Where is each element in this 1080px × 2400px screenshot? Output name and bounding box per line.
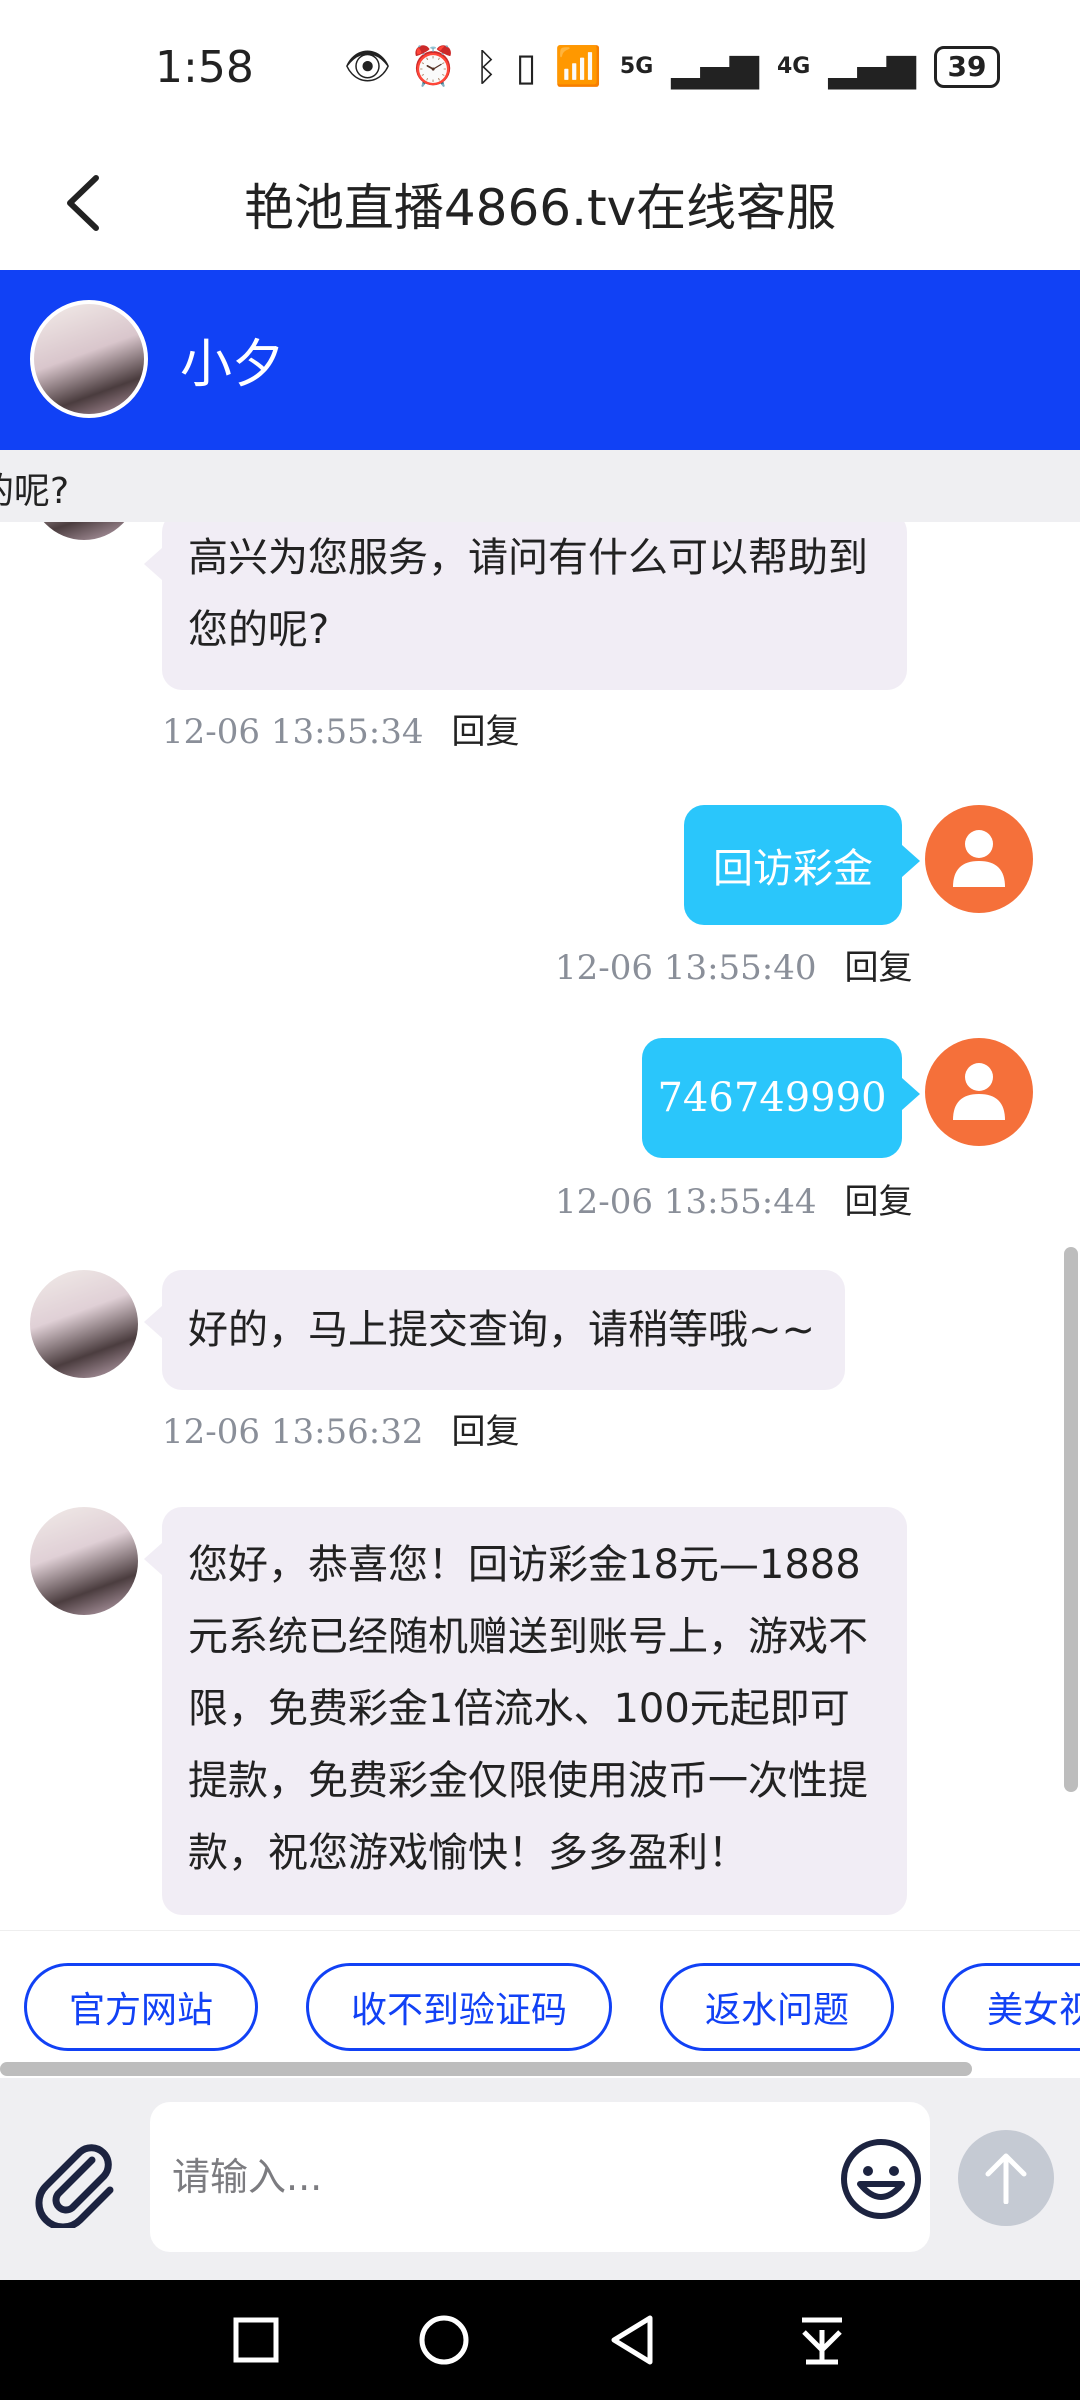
message-meta: 12-06 13:55:34 回复 bbox=[162, 704, 520, 753]
status-icons: 👁 ⏰ ᛒ ▯ 📶 5G ▂▄▆ 4G ▂▄▆ 39 bbox=[343, 44, 1000, 89]
alarm-icon: ⏰ bbox=[409, 44, 457, 88]
user-avatar bbox=[925, 1038, 1033, 1146]
quick-reply-label: 返水问题 bbox=[704, 1990, 849, 2031]
quick-reply-beauty[interactable]: 美女视 bbox=[942, 1963, 1080, 2051]
outgoing-message-bubble: 746749990 bbox=[642, 1038, 920, 1158]
message-meta: 12-06 13:55:40 回复 bbox=[555, 940, 913, 989]
message-meta: 12-06 13:56:32 回复 bbox=[162, 1404, 520, 1453]
input-area bbox=[0, 2078, 1080, 2280]
page-title: 艳池直播4866.tv在线客服 bbox=[243, 179, 837, 237]
bluetooth-icon: ᛒ bbox=[474, 44, 498, 89]
message-text: 您好，恭喜您！回访彩金18元—1888元系统已经随机赠送到账号上，游戏不限，免费… bbox=[188, 1542, 868, 1876]
message-text: 回访彩金 bbox=[713, 846, 873, 892]
user-icon bbox=[953, 1063, 1005, 1120]
back-nav-button[interactable] bbox=[604, 2310, 664, 2370]
reply-link[interactable]: 回复 bbox=[845, 948, 913, 988]
status-bar: 1:58 👁 ⏰ ᛒ ▯ 📶 5G ▂▄▆ 4G ▂▄▆ 39 bbox=[0, 0, 1080, 140]
quick-reply-rebate[interactable]: 返水问题 bbox=[660, 1963, 894, 2051]
system-nav-bar bbox=[0, 2280, 1080, 2400]
notice-text: 的呢? bbox=[0, 471, 70, 512]
home-button[interactable] bbox=[414, 2310, 474, 2370]
paperclip-icon bbox=[35, 2144, 114, 2231]
network-5g-label: 5G bbox=[619, 54, 654, 79]
agent-avatar bbox=[30, 300, 148, 418]
attach-button[interactable] bbox=[30, 2138, 120, 2231]
message-timestamp: 12-06 13:55:40 bbox=[555, 948, 817, 988]
emoji-button[interactable] bbox=[838, 2136, 924, 2222]
send-button[interactable] bbox=[958, 2130, 1054, 2226]
signal-icon: ▂▄▆ bbox=[671, 44, 759, 89]
vibrate-icon: ▯ bbox=[515, 44, 537, 89]
message-text: 高兴为您服务，请问有什么可以帮助到您的呢? bbox=[188, 535, 868, 653]
quick-reply-label: 收不到验证码 bbox=[350, 1990, 567, 2031]
user-avatar bbox=[925, 805, 1033, 913]
message-text: 746749990 bbox=[657, 1075, 887, 1121]
battery-indicator: 39 bbox=[934, 45, 1000, 88]
quick-reply-official-site[interactable]: 官方网站 bbox=[24, 1963, 258, 2051]
agent-avatar bbox=[30, 1270, 138, 1378]
quick-reply-label: 官方网站 bbox=[68, 1990, 213, 2031]
agent-name: 小夕 bbox=[180, 335, 285, 395]
wifi-icon: 📶 bbox=[554, 44, 602, 88]
quick-replies-bar: 官方网站 收不到验证码 返水问题 美女视 bbox=[0, 1930, 1080, 2061]
message-timestamp: 12-06 13:56:32 bbox=[162, 1412, 424, 1452]
status-time: 1:58 bbox=[155, 42, 254, 93]
agent-avatar bbox=[30, 522, 138, 540]
chat-scrollbar[interactable] bbox=[1064, 1247, 1078, 1792]
message-timestamp: 12-06 13:55:34 bbox=[162, 712, 424, 752]
reply-link[interactable]: 回复 bbox=[845, 1182, 913, 1222]
message-timestamp: 12-06 13:55:44 bbox=[555, 1182, 817, 1222]
arrow-up-icon bbox=[985, 2153, 1027, 2204]
chat-messages[interactable]: 高兴为您服务，请问有什么可以帮助到您的呢? 12-06 13:55:34 回复 回… bbox=[0, 522, 1080, 1930]
reply-link[interactable]: 回复 bbox=[452, 712, 520, 752]
quick-reply-no-code[interactable]: 收不到验证码 bbox=[306, 1963, 612, 2051]
quick-replies-scrollbar[interactable] bbox=[0, 2062, 972, 2076]
user-icon bbox=[953, 830, 1005, 887]
message-meta: 12-06 13:55:44 回复 bbox=[555, 1174, 913, 1223]
incoming-message-bubble: 好的，马上提交查询，请稍等哦~~ bbox=[144, 1270, 845, 1390]
quick-reply-label: 美女视 bbox=[987, 1990, 1080, 2031]
incoming-message-bubble: 高兴为您服务，请问有什么可以帮助到您的呢? bbox=[144, 522, 907, 690]
network-4g-label: 4G bbox=[776, 54, 811, 79]
smiley-icon bbox=[841, 2139, 921, 2219]
notification-pull-button[interactable] bbox=[792, 2310, 852, 2370]
agent-avatar bbox=[30, 1507, 138, 1615]
outgoing-message-bubble: 回访彩金 bbox=[684, 805, 920, 925]
nav-bar: 艳池直播4866.tv在线客服 bbox=[0, 140, 1080, 271]
reply-link[interactable]: 回复 bbox=[452, 1412, 520, 1452]
message-text: 好的，马上提交查询，请稍等哦~~ bbox=[188, 1307, 816, 1353]
eye-icon: 👁 bbox=[343, 44, 392, 88]
incoming-message-bubble: 您好，恭喜您！回访彩金18元—1888元系统已经随机赠送到账号上，游戏不限，免费… bbox=[144, 1507, 907, 1915]
recent-apps-button[interactable] bbox=[226, 2310, 286, 2370]
message-input[interactable] bbox=[150, 2102, 930, 2252]
agent-header: 小夕 bbox=[0, 270, 1080, 450]
signal-icon: ▂▄▆ bbox=[828, 44, 916, 89]
notice-bar: 的呢? bbox=[0, 450, 1080, 522]
